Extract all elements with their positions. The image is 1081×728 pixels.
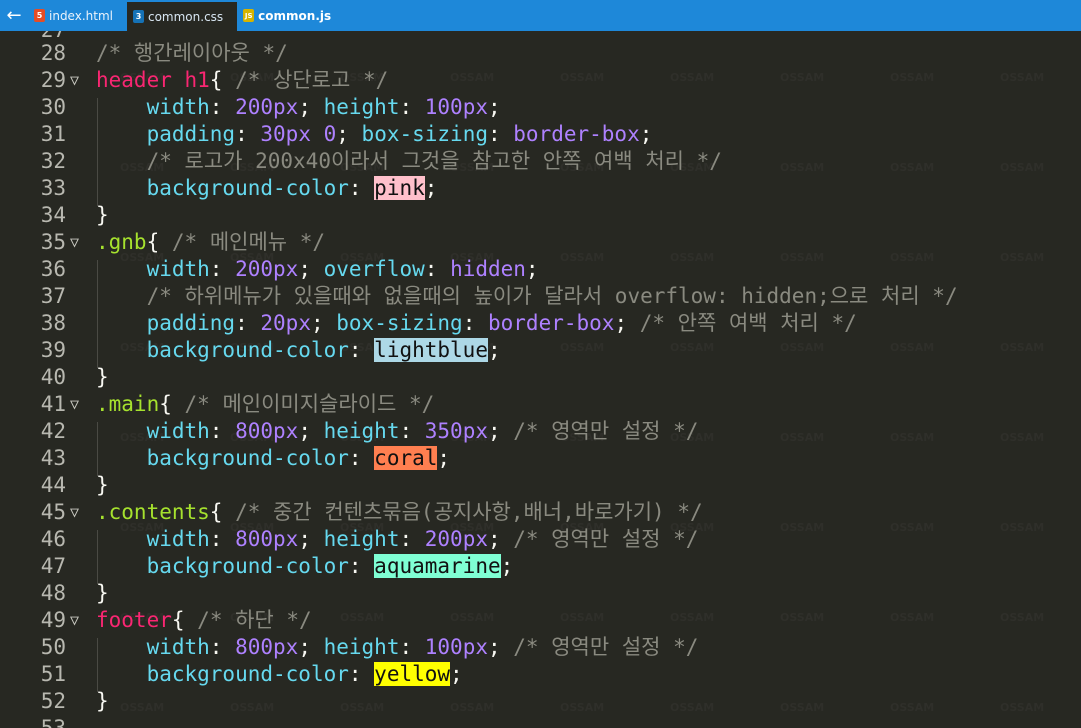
comment: /* 영역만 설정 */ bbox=[513, 635, 699, 659]
line-number: 32 bbox=[40, 149, 66, 173]
comment: /* 행간레이아웃 */ bbox=[96, 41, 288, 65]
color-swatch-pink: pink bbox=[374, 176, 425, 200]
line-number: 48 bbox=[40, 581, 66, 605]
line-number: 35 bbox=[40, 230, 66, 254]
tab-bar: ← 5 index.html 3 common.css JS common.js bbox=[0, 0, 1081, 31]
code-line: 51 background-color: yellow; bbox=[0, 661, 1081, 688]
comment: /* 영역만 설정 */ bbox=[513, 527, 699, 551]
code-line: 35 ▽ .gnb{ /* 메인메뉴 */ bbox=[0, 229, 1081, 256]
line-number: 33 bbox=[40, 176, 66, 200]
code-line: 30 width: 200px; height: 100px; bbox=[0, 94, 1081, 121]
line-number: 44 bbox=[40, 473, 66, 497]
line-number: 45 bbox=[40, 500, 66, 524]
selector: header h1 bbox=[96, 68, 210, 92]
code-line: 49 ▽ footer{ /* 하단 */ bbox=[0, 607, 1081, 634]
selector: .main bbox=[96, 392, 160, 416]
line-number: 34 bbox=[40, 203, 66, 227]
code-line: 36 width: 200px; overflow: hidden; bbox=[0, 256, 1081, 283]
comment: /* 하단 */ bbox=[197, 608, 312, 632]
color-swatch-coral: coral bbox=[374, 446, 438, 470]
code-line: 29 ▽ header h1{ /* 상단로고 */ bbox=[0, 67, 1081, 94]
html-file-icon: 5 bbox=[34, 9, 45, 22]
line-number: 28 bbox=[40, 41, 66, 65]
fold-arrow-icon[interactable]: ▽ bbox=[70, 229, 79, 256]
tab-label: common.css bbox=[147, 9, 224, 24]
code-line: 37 /* 하위메뉴가 있을때와 없을때의 높이가 달라서 overflow: … bbox=[0, 283, 1081, 310]
selector: footer bbox=[96, 608, 172, 632]
comment: /* 로고가 200x40이라서 그것을 참고한 안쪽 여백 처리 */ bbox=[146, 149, 722, 173]
comment: /* 메인이미지슬라이드 */ bbox=[184, 392, 435, 416]
comment: /* 안쪽 여백 처리 */ bbox=[639, 311, 857, 335]
line-number: 29 bbox=[40, 68, 66, 92]
fold-arrow-icon[interactable]: ▽ bbox=[70, 607, 79, 634]
line-number: 49 bbox=[40, 608, 66, 632]
line-number: 30 bbox=[40, 95, 66, 119]
code-line: 32 /* 로고가 200x40이라서 그것을 참고한 안쪽 여백 처리 */ bbox=[0, 148, 1081, 175]
color-swatch-yellow: yellow bbox=[374, 662, 451, 686]
fold-arrow-icon[interactable]: ▽ bbox=[70, 499, 79, 526]
selector: .gnb bbox=[96, 230, 147, 254]
code-line: 31 padding: 30px 0; box-sizing: border-b… bbox=[0, 121, 1081, 148]
code-editor[interactable]: OSSAM OSSAM OSSAM OSSAM OSSAM OSSAM OSSAM OSSAM… bbox=[0, 31, 1081, 728]
code-line: 41 ▽ .main{ /* 메인이미지슬라이드 */ bbox=[0, 391, 1081, 418]
code-line: 44 } bbox=[0, 472, 1081, 499]
line-number: 36 bbox=[40, 257, 66, 281]
color-swatch-lightblue: lightblue bbox=[374, 338, 488, 362]
line-number: 50 bbox=[40, 635, 66, 659]
back-arrow-icon[interactable]: ← bbox=[0, 0, 28, 31]
tab-common-css[interactable]: 3 common.css bbox=[126, 0, 238, 31]
comment: /* 하위메뉴가 있을때와 없을때의 높이가 달라서 overflow: hid… bbox=[146, 284, 958, 308]
comment: /* 영역만 설정 */ bbox=[513, 419, 699, 443]
code-line: 34 } bbox=[0, 202, 1081, 229]
color-swatch-aquamarine: aquamarine bbox=[374, 554, 501, 578]
code-line: 53 bbox=[0, 715, 1081, 728]
line-number: 31 bbox=[40, 122, 66, 146]
code-line: 48 } bbox=[0, 580, 1081, 607]
comment: /* 상단로고 */ bbox=[235, 68, 389, 92]
tab-label: common.js bbox=[258, 8, 332, 23]
comment: /* 중간 컨텐츠묶음(공지사항,배너,바로가기) */ bbox=[235, 500, 703, 524]
tab-index-html[interactable]: 5 index.html bbox=[28, 0, 127, 31]
line-number: 51 bbox=[40, 662, 66, 686]
line-number: 40 bbox=[40, 365, 66, 389]
code-line: 40 } bbox=[0, 364, 1081, 391]
line-number: 53 bbox=[40, 716, 66, 728]
fold-arrow-icon[interactable]: ▽ bbox=[70, 67, 79, 94]
line-number: 41 bbox=[40, 392, 66, 416]
line-number: 43 bbox=[40, 446, 66, 470]
code-line: 39 background-color: lightblue; bbox=[0, 337, 1081, 364]
code-line: 47 background-color: aquamarine; bbox=[0, 553, 1081, 580]
code-line: 43 background-color: coral; bbox=[0, 445, 1081, 472]
code-line: 50 width: 800px; height: 100px; /* 영역만 설… bbox=[0, 634, 1081, 661]
code-line: 28 /* 행간레이아웃 */ bbox=[0, 40, 1081, 67]
selector: .contents bbox=[96, 500, 210, 524]
line-number: 47 bbox=[40, 554, 66, 578]
line-number: 37 bbox=[40, 284, 66, 308]
line-number: 52 bbox=[40, 689, 66, 713]
js-file-icon: JS bbox=[243, 9, 255, 22]
code-line: 52 } bbox=[0, 688, 1081, 715]
line-number: 39 bbox=[40, 338, 66, 362]
tab-common-js[interactable]: JS common.js bbox=[237, 0, 345, 31]
tab-label: index.html bbox=[49, 8, 113, 23]
code-line: 38 padding: 20px; box-sizing: border-box… bbox=[0, 310, 1081, 337]
line-number: 42 bbox=[40, 419, 66, 443]
fold-arrow-icon[interactable]: ▽ bbox=[70, 391, 79, 418]
css-file-icon: 3 bbox=[132, 10, 144, 23]
code-line: 45 ▽ .contents{ /* 중간 컨텐츠묶음(공지사항,배너,바로가기… bbox=[0, 499, 1081, 526]
code-line: 42 width: 800px; height: 350px; /* 영역만 설… bbox=[0, 418, 1081, 445]
comment: /* 메인메뉴 */ bbox=[171, 230, 326, 254]
line-number: 46 bbox=[40, 527, 66, 551]
line-number: 38 bbox=[40, 311, 66, 335]
code-line: 46 width: 800px; height: 200px; /* 영역만 설… bbox=[0, 526, 1081, 553]
code-line: 33 background-color: pink; bbox=[0, 175, 1081, 202]
